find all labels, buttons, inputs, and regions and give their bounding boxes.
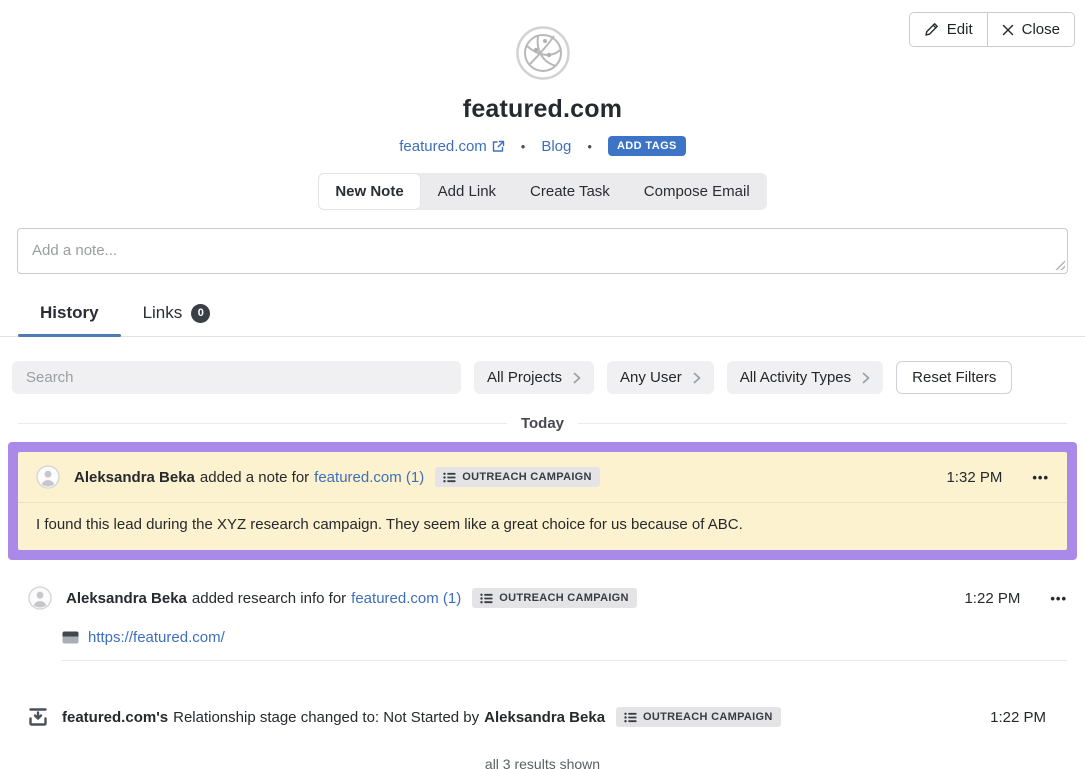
chevron-right-icon — [862, 372, 870, 384]
divider-line — [18, 423, 507, 424]
external-link-icon — [492, 140, 505, 153]
list-icon — [443, 472, 456, 483]
close-icon — [1002, 24, 1014, 36]
results-count-footer: all 3 results shown — [0, 756, 1085, 769]
list-icon — [480, 593, 493, 604]
activity-time: 1:22 PM — [964, 590, 1020, 607]
activity-summary: featured.com's Relationship stage change… — [62, 707, 976, 727]
tab-new-note[interactable]: New Note — [318, 173, 420, 210]
links-tab-label: Links — [143, 303, 183, 323]
item-divider — [62, 660, 1067, 661]
campaign-tag: OUTREACH CAMPAIGN — [472, 588, 637, 608]
activity-action: added a note for — [200, 469, 309, 486]
user-avatar-icon — [28, 586, 52, 610]
chevron-right-icon — [573, 372, 581, 384]
window-actions: Edit Close — [909, 12, 1075, 47]
composer-tab-group: New Note Add Link Create Task Compose Em… — [318, 173, 766, 210]
separator-dot: • — [587, 139, 592, 154]
separator-dot: • — [521, 139, 526, 154]
list-icon — [624, 712, 637, 723]
user-filter-label: Any User — [620, 369, 682, 386]
tab-links[interactable]: Links 0 — [121, 303, 233, 336]
tab-history[interactable]: History — [18, 303, 121, 336]
edit-button-label: Edit — [947, 21, 973, 38]
campaign-tag-label: OUTREACH CAMPAIGN — [462, 471, 592, 483]
website-link[interactable]: featured.com — [399, 138, 505, 155]
website-link-label: featured.com — [399, 138, 487, 155]
webpage-card-icon — [62, 631, 79, 644]
pencil-icon — [924, 22, 939, 37]
campaign-tag: OUTREACH CAMPAIGN — [616, 707, 781, 727]
profile-links-row: featured.com • Blog • ADD TAGS — [0, 136, 1085, 156]
note-composer — [17, 228, 1068, 274]
day-divider: Today — [18, 415, 1067, 432]
item-menu-button[interactable]: ••• — [1050, 591, 1067, 606]
chevron-right-icon — [693, 372, 701, 384]
filter-bar: All Projects Any User All Activity Types… — [12, 361, 1073, 394]
activity-header: Aleksandra Beka added a note for feature… — [18, 452, 1067, 502]
campaign-tag-label: OUTREACH CAMPAIGN — [499, 592, 629, 604]
tab-compose-email[interactable]: Compose Email — [627, 173, 767, 210]
search-input[interactable] — [12, 361, 461, 394]
actor-name: Aleksandra Beka — [484, 709, 605, 726]
activity-type-filter-label: All Activity Types — [740, 369, 851, 386]
activity-card: Aleksandra Beka added a note for feature… — [18, 452, 1067, 550]
target-link[interactable]: featured.com (1) — [314, 469, 424, 486]
close-button-label: Close — [1022, 21, 1060, 38]
page-title: featured.com — [0, 95, 1085, 124]
projects-filter-label: All Projects — [487, 369, 562, 386]
actor-name: Aleksandra Beka — [74, 469, 195, 486]
subject-name: featured.com's — [62, 709, 168, 726]
activity-item-highlighted: Aleksandra Beka added a note for feature… — [8, 442, 1077, 560]
day-label: Today — [521, 415, 564, 432]
user-filter-dropdown[interactable]: Any User — [607, 361, 714, 394]
add-tags-button[interactable]: ADD TAGS — [608, 136, 686, 156]
blog-link[interactable]: Blog — [541, 138, 571, 155]
composer-tabs: New Note Add Link Create Task Compose Em… — [0, 173, 1085, 210]
note-input[interactable] — [17, 228, 1068, 274]
activity-action: Relationship stage changed to: Not Start… — [173, 709, 479, 726]
section-tabs: History Links 0 — [0, 303, 1085, 337]
activity-summary: Aleksandra Beka added research info for … — [66, 588, 637, 608]
activity-time: 1:22 PM — [990, 709, 1046, 726]
tab-add-link[interactable]: Add Link — [421, 173, 513, 210]
item-menu-button[interactable]: ••• — [1032, 470, 1049, 485]
activity-item: Aleksandra Beka added research info for … — [28, 578, 1067, 661]
tab-create-task[interactable]: Create Task — [513, 173, 627, 210]
activity-action: added research info for — [192, 590, 346, 607]
activity-item-stage-change: featured.com's Relationship stage change… — [28, 707, 1046, 727]
research-link-row: https://featured.com/ — [62, 629, 1067, 646]
campaign-tag-label: OUTREACH CAMPAIGN — [643, 711, 773, 723]
close-button[interactable]: Close — [987, 13, 1074, 46]
stage-change-icon — [28, 707, 48, 727]
activity-summary: Aleksandra Beka added a note for feature… — [74, 467, 600, 487]
divider-line — [578, 423, 1067, 424]
edit-button[interactable]: Edit — [910, 13, 987, 46]
reset-filters-button[interactable]: Reset Filters — [896, 361, 1012, 394]
note-text: I found this lead during the XYZ researc… — [18, 502, 1067, 550]
activity-type-filter-dropdown[interactable]: All Activity Types — [727, 361, 883, 394]
research-url-link[interactable]: https://featured.com/ — [88, 629, 225, 646]
history-tab-label: History — [40, 303, 99, 323]
projects-filter-dropdown[interactable]: All Projects — [474, 361, 594, 394]
target-link[interactable]: featured.com (1) — [351, 590, 461, 607]
activity-time: 1:32 PM — [946, 469, 1002, 486]
activity-header: Aleksandra Beka added research info for … — [28, 578, 1067, 618]
actor-name: Aleksandra Beka — [66, 590, 187, 607]
links-count-badge: 0 — [191, 304, 210, 323]
user-avatar-icon — [36, 465, 60, 489]
campaign-tag: OUTREACH CAMPAIGN — [435, 467, 600, 487]
globe-avatar-icon — [516, 26, 570, 80]
